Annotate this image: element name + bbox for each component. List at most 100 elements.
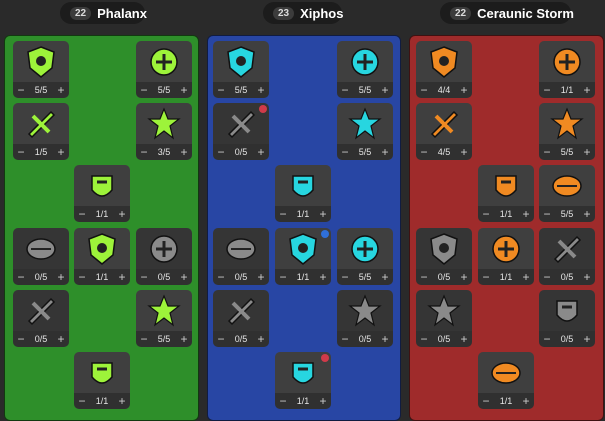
increase-rank-button[interactable]: + [179,84,189,96]
decrease-rank-button[interactable]: − [278,271,288,283]
increase-rank-button[interactable]: + [256,271,266,283]
storm-shield-icon[interactable] [539,103,595,144]
skill-node[interactable]: −0/5 + [416,228,472,285]
decrease-rank-button[interactable]: − [419,84,429,96]
thunder-ring-icon[interactable] [478,228,534,269]
increase-rank-button[interactable]: + [582,208,592,220]
skill-node[interactable]: −4/4 + [416,41,472,98]
shock-bolts-icon[interactable] [539,228,595,269]
increase-rank-button[interactable]: + [179,333,189,345]
skill-node[interactable]: −1/1 + [478,165,534,222]
shield-emblem-icon[interactable] [13,41,69,82]
storm-cloud-icon[interactable] [416,228,472,269]
increase-rank-button[interactable]: + [459,146,469,158]
increase-rank-button[interactable]: + [380,146,390,158]
increase-rank-button[interactable]: + [582,333,592,345]
skill-node[interactable]: −0/5 + [337,290,393,347]
skull-crossed-swords-icon[interactable] [275,352,331,393]
increase-rank-button[interactable]: + [582,271,592,283]
splatter-icon[interactable] [213,228,269,269]
skill-node[interactable]: −5/5 + [136,41,192,98]
increase-rank-button[interactable]: + [380,271,390,283]
increase-rank-button[interactable]: + [56,271,66,283]
whirl-sword-icon[interactable] [275,228,331,269]
skill-node[interactable]: −0/5 + [136,228,192,285]
sword-fist-icon[interactable] [213,41,269,82]
decrease-rank-button[interactable]: − [77,395,87,407]
kangaroo-shield-icon[interactable] [136,41,192,82]
increase-rank-button[interactable]: + [56,84,66,96]
decrease-rank-button[interactable]: − [542,84,552,96]
skill-node[interactable]: −5/5 + [337,41,393,98]
skill-node[interactable]: −1/1 + [275,228,331,285]
skill-node[interactable]: −0/5 + [539,228,595,285]
sword-strike-icon[interactable] [275,165,331,206]
crossed-spears-icon[interactable] [13,290,69,331]
decrease-rank-button[interactable]: − [542,333,552,345]
increase-rank-button[interactable]: + [521,395,531,407]
skill-node[interactable]: −1/1 + [539,41,595,98]
decrease-rank-button[interactable]: − [340,333,350,345]
chain-lightning-icon[interactable] [539,290,595,331]
decrease-rank-button[interactable]: − [419,146,429,158]
dagger-thrust-icon[interactable] [337,290,393,331]
increase-rank-button[interactable]: + [117,208,127,220]
tree-header-xiphos[interactable]: 23 Xiphos [263,2,343,24]
decrease-rank-button[interactable]: − [542,271,552,283]
skill-node[interactable]: −5/5 + [337,228,393,285]
increase-rank-button[interactable]: + [318,395,328,407]
decrease-rank-button[interactable]: − [278,208,288,220]
decrease-rank-button[interactable]: − [139,333,149,345]
burst-orb-icon[interactable] [13,103,69,144]
decrease-rank-button[interactable]: − [481,395,491,407]
armored-warrior-icon[interactable] [136,290,192,331]
spark-star-icon[interactable] [539,165,595,206]
round-shield-icon[interactable] [13,228,69,269]
decrease-rank-button[interactable]: − [340,146,350,158]
decrease-rank-button[interactable]: − [16,146,26,158]
increase-rank-button[interactable]: + [56,146,66,158]
tree-header-ceraunic-storm[interactable]: 22 Ceraunic Storm [440,2,574,24]
skill-node[interactable]: −3/5 + [136,103,192,160]
cross-gauntlet-icon[interactable] [337,41,393,82]
decrease-rank-button[interactable]: − [542,146,552,158]
cross-shield-icon[interactable] [136,228,192,269]
skill-node[interactable]: −5/5 + [539,103,595,160]
skill-node[interactable]: −0/5 + [213,290,269,347]
decrease-rank-button[interactable]: − [216,271,226,283]
skill-node[interactable]: −0/5 + [416,290,472,347]
increase-rank-button[interactable]: + [256,84,266,96]
increase-rank-button[interactable]: + [56,333,66,345]
skill-node[interactable]: −1/1 + [275,352,331,409]
increase-rank-button[interactable]: + [582,146,592,158]
tree-header-phalanx[interactable]: 22 Phalanx [60,2,147,24]
decrease-rank-button[interactable]: − [139,271,149,283]
decrease-rank-button[interactable]: − [278,395,288,407]
increase-rank-button[interactable]: + [256,333,266,345]
increase-rank-button[interactable]: + [117,395,127,407]
skill-node[interactable]: −1/1 + [275,165,331,222]
decrease-rank-button[interactable]: − [77,271,87,283]
decrease-rank-button[interactable]: − [216,84,226,96]
storm-skull-icon[interactable] [539,41,595,82]
skill-node[interactable]: −1/1 + [74,228,130,285]
helm-blade-icon[interactable] [213,290,269,331]
decrease-rank-button[interactable]: − [16,84,26,96]
decrease-rank-button[interactable]: − [481,271,491,283]
skull-burst-icon[interactable] [337,103,393,144]
war-horn-icon[interactable] [74,352,130,393]
increase-rank-button[interactable]: + [179,271,189,283]
skill-node[interactable]: −5/5 + [213,41,269,98]
lightning-arrow-icon[interactable] [416,103,472,144]
skill-node[interactable]: −5/5 + [136,290,192,347]
skill-node[interactable]: −5/5 + [13,41,69,98]
decrease-rank-button[interactable]: − [16,333,26,345]
skill-node[interactable]: −1/1 + [74,352,130,409]
increase-rank-button[interactable]: + [256,146,266,158]
skill-node[interactable]: −0/5 + [13,290,69,347]
skill-node[interactable]: −1/1 + [478,228,534,285]
skill-node[interactable]: −0/5 + [213,228,269,285]
lightning-scroll-icon[interactable] [416,41,472,82]
skill-node[interactable]: −0/5 + [213,103,269,160]
increase-rank-button[interactable]: + [318,271,328,283]
